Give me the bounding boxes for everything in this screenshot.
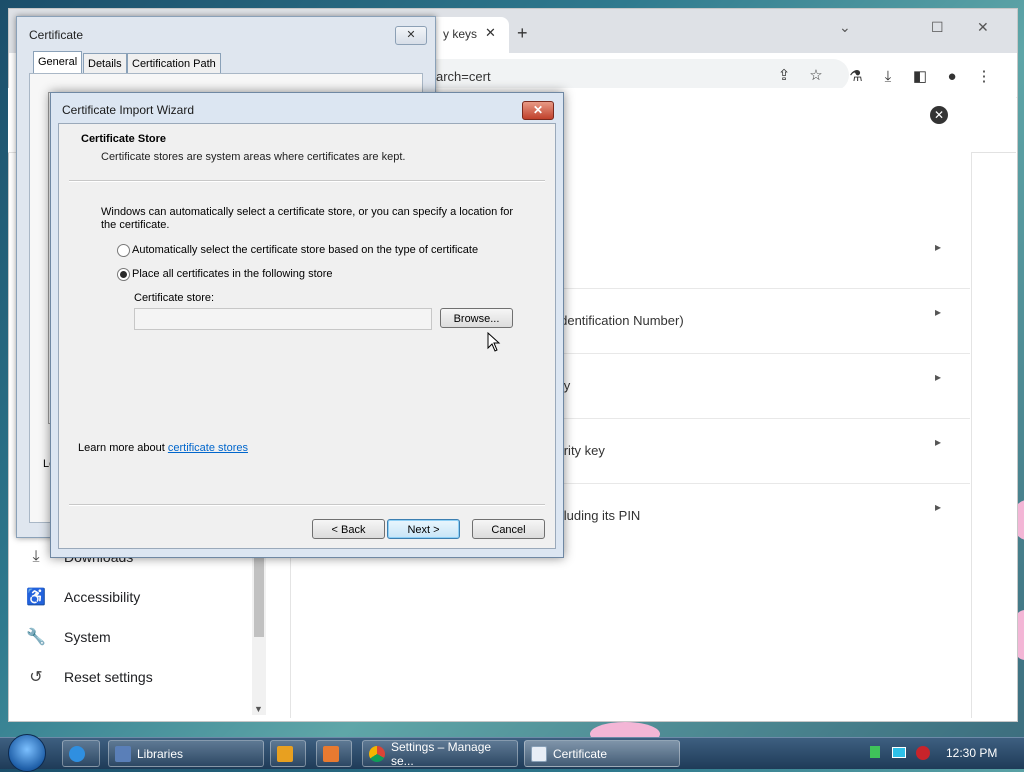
- paint-icon: [323, 745, 339, 762]
- labs-flask-icon[interactable]: ⚗: [847, 67, 865, 85]
- security-tray-icon[interactable]: [916, 746, 930, 760]
- chevron-down-icon[interactable]: ⌄: [839, 19, 851, 36]
- next-button[interactable]: Next >: [387, 519, 460, 539]
- mouse-cursor-icon: [487, 332, 501, 352]
- tab-details[interactable]: Details: [83, 53, 127, 74]
- taskbar-item-certificate[interactable]: Certificate: [524, 740, 680, 767]
- arrow-right-icon: ▸: [935, 370, 942, 384]
- certificate-store-field[interactable]: [134, 308, 432, 330]
- taskbar-item-chrome-settings[interactable]: Settings – Manage se...: [362, 739, 518, 768]
- radio-auto-select[interactable]: [117, 244, 130, 257]
- tab-certification-path[interactable]: Certification Path: [127, 53, 221, 74]
- chrome-icon: [369, 745, 385, 762]
- paint-quicklaunch[interactable]: [316, 740, 352, 767]
- media-player-quicklaunch[interactable]: [270, 740, 306, 767]
- arrow-right-icon: ▸: [935, 500, 942, 514]
- tab-close-icon[interactable]: ✕: [485, 25, 496, 41]
- learn-more-text: Learn more about certificate stores: [78, 442, 248, 454]
- tab-general[interactable]: General: [33, 51, 83, 75]
- browse-button[interactable]: Browse...: [440, 308, 513, 328]
- address-text: arch=cert: [436, 69, 491, 84]
- download-icon[interactable]: ⤓: [879, 67, 897, 85]
- radio-label-manual: Place all certificates in the following …: [132, 268, 333, 280]
- scrollbar-thumb[interactable]: [254, 555, 264, 637]
- certificate-import-wizard: Certificate Import Wizard ✕ Certificate …: [50, 92, 564, 558]
- back-button[interactable]: < Back: [312, 519, 385, 539]
- learn-more-prefix: Learn more about: [78, 442, 168, 454]
- cancel-button[interactable]: Cancel: [472, 519, 545, 539]
- window-close-button[interactable]: ✕: [977, 19, 989, 36]
- maximize-button[interactable]: ☐: [931, 19, 944, 36]
- certificate-stores-link[interactable]: certificate stores: [168, 442, 248, 454]
- close-button[interactable]: ✕: [522, 101, 554, 120]
- side-panel-icon[interactable]: ◧: [911, 67, 929, 85]
- new-tab-button[interactable]: +: [517, 23, 528, 44]
- reset-icon: ↺: [29, 669, 43, 686]
- accessibility-icon: ♿: [26, 589, 46, 606]
- wizard-body: Certificate Store Certificate stores are…: [58, 123, 556, 549]
- page-subheading: Certificate stores are system areas wher…: [101, 151, 406, 163]
- share-icon[interactable]: ⇪: [775, 66, 793, 84]
- network-tray-icon[interactable]: [870, 746, 880, 758]
- certificate-icon: [531, 745, 547, 762]
- ie-quicklaunch-icon[interactable]: [62, 740, 100, 767]
- start-button[interactable]: [8, 734, 46, 772]
- menu-kebab-icon[interactable]: ⋮: [975, 67, 993, 85]
- profile-avatar-icon[interactable]: ●: [943, 67, 961, 85]
- taskbar: Libraries Settings – Manage se... Certif…: [0, 734, 1024, 772]
- sidebar-item-label: Accessibility: [64, 589, 141, 605]
- divider: [69, 180, 545, 182]
- taskbar-item-libraries[interactable]: Libraries: [108, 740, 264, 767]
- arrow-right-icon: ▸: [935, 305, 942, 319]
- sidebar-item-system[interactable]: 🔧 System: [24, 623, 111, 651]
- scroll-down-arrow-icon[interactable]: ▼: [254, 704, 263, 714]
- display-tray-icon[interactable]: [892, 747, 906, 758]
- certificate-store-label: Certificate store:: [134, 292, 215, 304]
- bookmark-star-icon[interactable]: ☆: [807, 66, 825, 84]
- taskbar-item-label: Settings – Manage se...: [390, 739, 492, 768]
- sidebar-item-accessibility[interactable]: ♿ Accessibility: [24, 583, 140, 611]
- libraries-icon: [115, 745, 131, 762]
- dialog-title: Certificate: [29, 28, 84, 42]
- arrow-right-icon: ▸: [935, 435, 942, 449]
- sidebar-item-label: System: [64, 629, 111, 645]
- divider: [69, 504, 545, 506]
- wrench-icon: 🔧: [26, 629, 46, 646]
- internet-explorer-icon: [69, 745, 85, 762]
- close-button[interactable]: ✕: [395, 26, 427, 45]
- row-label: l Identification Number): [550, 313, 684, 328]
- page-heading: Certificate Store: [81, 133, 166, 145]
- clock[interactable]: 12:30 PM: [946, 746, 997, 760]
- radio-place-in-store[interactable]: [117, 268, 130, 281]
- radio-label-auto: Automatically select the certificate sto…: [132, 244, 479, 256]
- wizard-title: Certificate Import Wizard: [62, 103, 195, 117]
- instructions-text: Windows can automatically select a certi…: [101, 206, 514, 231]
- sidebar-item-label: Reset settings: [64, 669, 153, 685]
- arrow-right-icon: ▸: [935, 240, 942, 254]
- download-icon: ⤓: [32, 548, 40, 565]
- tab-title: y keys: [443, 27, 478, 41]
- media-player-icon: [277, 745, 293, 762]
- clear-search-icon[interactable]: ✕: [930, 106, 948, 124]
- taskbar-item-label: Libraries: [137, 746, 184, 761]
- sidebar-item-reset-settings[interactable]: ↺ Reset settings: [24, 663, 153, 691]
- taskbar-item-label: Certificate: [553, 746, 608, 761]
